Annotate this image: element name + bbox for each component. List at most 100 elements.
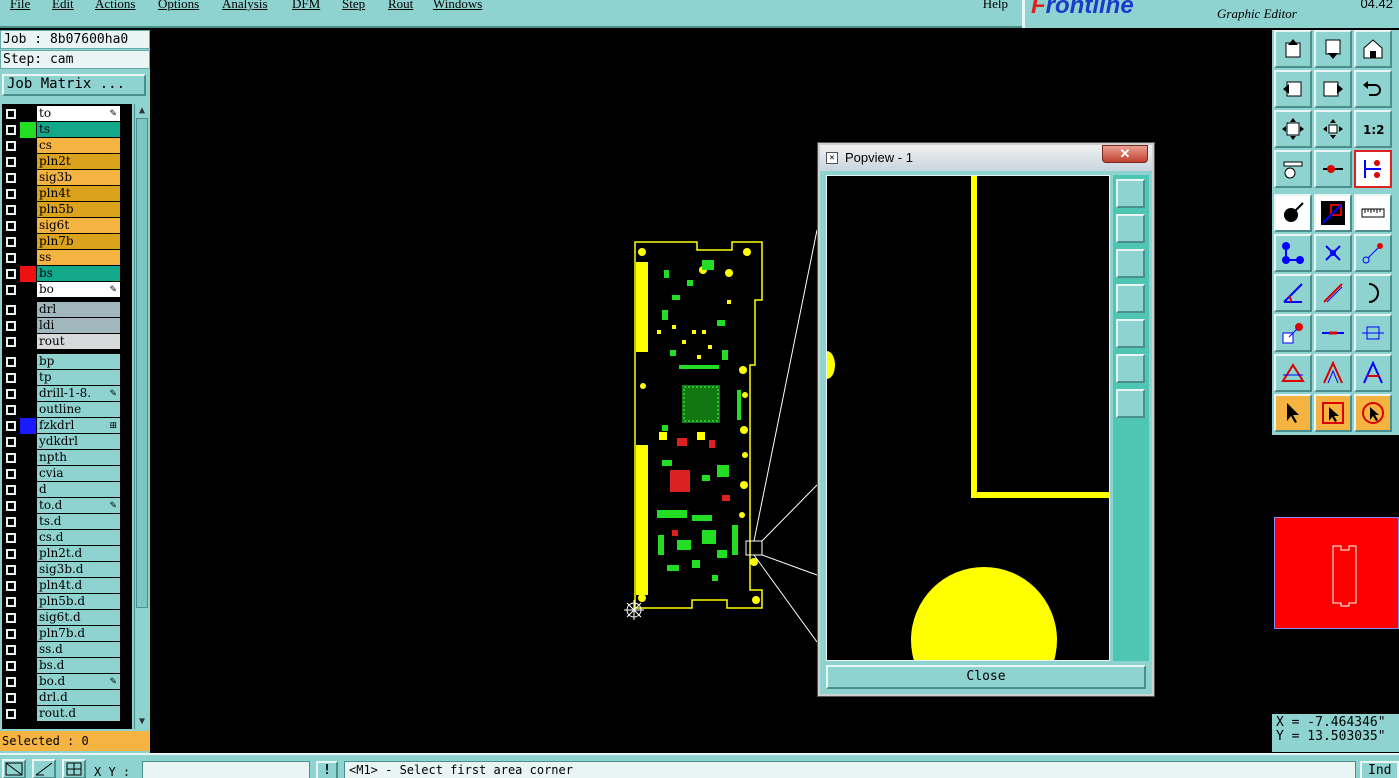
layer-name[interactable]: tp <box>37 370 120 385</box>
layer-row[interactable]: pln5b <box>2 202 122 218</box>
zoom-center-button[interactable] <box>1314 110 1352 148</box>
layer-checkbox[interactable] <box>6 597 16 607</box>
layer-name[interactable]: cs <box>37 138 120 153</box>
layer-color-swatch[interactable] <box>20 562 36 578</box>
layer-color-swatch[interactable] <box>20 186 36 202</box>
menu-dfm[interactable]: DFM <box>292 0 320 12</box>
layer-checkbox[interactable] <box>6 421 16 431</box>
popview-close-button[interactable]: Close <box>826 665 1146 689</box>
layer-row[interactable]: to ✎ <box>2 106 122 122</box>
layer-color-swatch[interactable] <box>20 138 36 154</box>
layer-row[interactable]: ldi <box>2 318 122 334</box>
layer-name[interactable]: pln5b.d <box>37 594 120 609</box>
layer-color-swatch[interactable] <box>20 418 36 434</box>
layer-color-swatch[interactable] <box>20 642 36 658</box>
pan-right-button[interactable] <box>1314 70 1352 108</box>
layer-name[interactable]: bs.d <box>37 658 120 673</box>
layer-color-swatch[interactable] <box>20 334 36 350</box>
arc-button[interactable] <box>1354 274 1392 312</box>
layer-checkbox[interactable] <box>6 661 16 671</box>
layer-name[interactable]: cs.d <box>37 530 120 545</box>
pad-connect-button[interactable] <box>1274 314 1312 352</box>
layer-name[interactable]: ts <box>37 122 120 137</box>
layer-name[interactable]: sig6t.d <box>37 610 120 625</box>
layer-row[interactable]: to.d ✎ <box>2 498 122 514</box>
layer-color-swatch[interactable] <box>20 674 36 690</box>
layer-color-swatch[interactable] <box>20 218 36 234</box>
layer-row[interactable]: ss <box>2 250 122 266</box>
layer-checkbox[interactable] <box>6 253 16 263</box>
layer-row[interactable]: pln4t <box>2 186 122 202</box>
popview-titlebar[interactable]: ✕ Popview - 1 ✕ <box>820 145 1152 171</box>
layer-checkbox[interactable] <box>6 453 16 463</box>
move-point-button[interactable] <box>1354 234 1392 272</box>
layer-color-swatch[interactable] <box>20 250 36 266</box>
layer-checkbox[interactable] <box>6 173 16 183</box>
scroll-thumb[interactable] <box>136 118 148 608</box>
layer-name[interactable]: rout <box>37 334 120 349</box>
layer-checkbox[interactable] <box>6 157 16 167</box>
layer-row[interactable]: d <box>2 482 122 498</box>
layer-row[interactable]: pln7b <box>2 234 122 250</box>
layer-row[interactable]: ss.d <box>2 642 122 658</box>
select-area-button[interactable] <box>1314 394 1352 432</box>
select-circle-button[interactable] <box>1354 394 1392 432</box>
ind-button[interactable]: Ind <box>1360 761 1399 778</box>
layer-row[interactable]: ydkdrl <box>2 434 122 450</box>
layer-name[interactable]: fzkdrl ⊞ <box>37 418 120 433</box>
layer-color-swatch[interactable] <box>20 318 36 334</box>
scroll-up-icon[interactable]: ▲ <box>136 105 148 117</box>
layer-checkbox[interactable] <box>6 125 16 135</box>
layer-color-swatch[interactable] <box>20 690 36 706</box>
layer-name[interactable]: pln2t.d <box>37 546 120 561</box>
layer-checkbox[interactable] <box>6 373 16 383</box>
delete-button[interactable] <box>1314 234 1352 272</box>
layer-row[interactable]: tp <box>2 370 122 386</box>
menu-options[interactable]: Options <box>158 0 199 12</box>
layer-checkbox[interactable] <box>6 613 16 623</box>
popview-zoom-in-button[interactable] <box>1116 179 1145 208</box>
overview-panel[interactable] <box>1272 436 1399 714</box>
slash-line-button[interactable] <box>1314 274 1352 312</box>
layer-color-swatch[interactable] <box>20 482 36 498</box>
layer-color-swatch[interactable] <box>20 498 36 514</box>
layer-checkbox[interactable] <box>6 141 16 151</box>
layer-color-swatch[interactable] <box>20 610 36 626</box>
layer-name[interactable]: drl.d <box>37 690 120 705</box>
layer-row[interactable]: ts <box>2 122 122 138</box>
layer-checkbox[interactable] <box>6 549 16 559</box>
layer-name[interactable]: ldi <box>37 318 120 333</box>
popview-window[interactable]: ✕ Popview - 1 ✕ Close <box>818 143 1154 696</box>
layer-checkbox[interactable] <box>6 485 16 495</box>
layer-name[interactable]: ss <box>37 250 120 265</box>
layer-color-swatch[interactable] <box>20 266 36 282</box>
layer-color-swatch[interactable] <box>20 302 36 318</box>
popview-pan-left-button[interactable] <box>1116 284 1145 313</box>
layer-name[interactable]: outline <box>37 402 120 417</box>
layer-checkbox[interactable] <box>6 389 16 399</box>
grid-mode-button[interactable] <box>62 759 86 778</box>
layer-checkbox[interactable] <box>6 269 16 279</box>
layer-checkbox[interactable] <box>6 533 16 543</box>
layer-checkbox[interactable] <box>6 189 16 199</box>
layer-name[interactable]: sig3b <box>37 170 120 185</box>
layer-color-swatch[interactable] <box>20 466 36 482</box>
layer-name[interactable]: cvia <box>37 466 120 481</box>
layer-name[interactable]: ydkdrl <box>37 434 120 449</box>
layer-checkbox[interactable] <box>6 629 16 639</box>
layer-name[interactable]: bo.d ✎ <box>37 674 120 689</box>
layer-color-swatch[interactable] <box>20 106 36 122</box>
layer-row[interactable]: ts.d <box>2 514 122 530</box>
layer-row[interactable]: cs.d <box>2 530 122 546</box>
popview-pan-right-button[interactable] <box>1116 319 1145 348</box>
zoom-fit-button[interactable] <box>1274 110 1312 148</box>
layer-name[interactable]: pln2t <box>37 154 120 169</box>
add-pad-button[interactable] <box>1274 194 1312 232</box>
layer-row[interactable]: bs <box>2 266 122 282</box>
add-line-button[interactable] <box>1314 194 1352 232</box>
menu-windows[interactable]: Windows <box>433 0 482 12</box>
menu-file[interactable]: File <box>10 0 30 12</box>
layer-name[interactable]: to ✎ <box>37 106 120 121</box>
undo-view-button[interactable] <box>1354 70 1392 108</box>
popview-center-button[interactable] <box>1116 389 1145 418</box>
